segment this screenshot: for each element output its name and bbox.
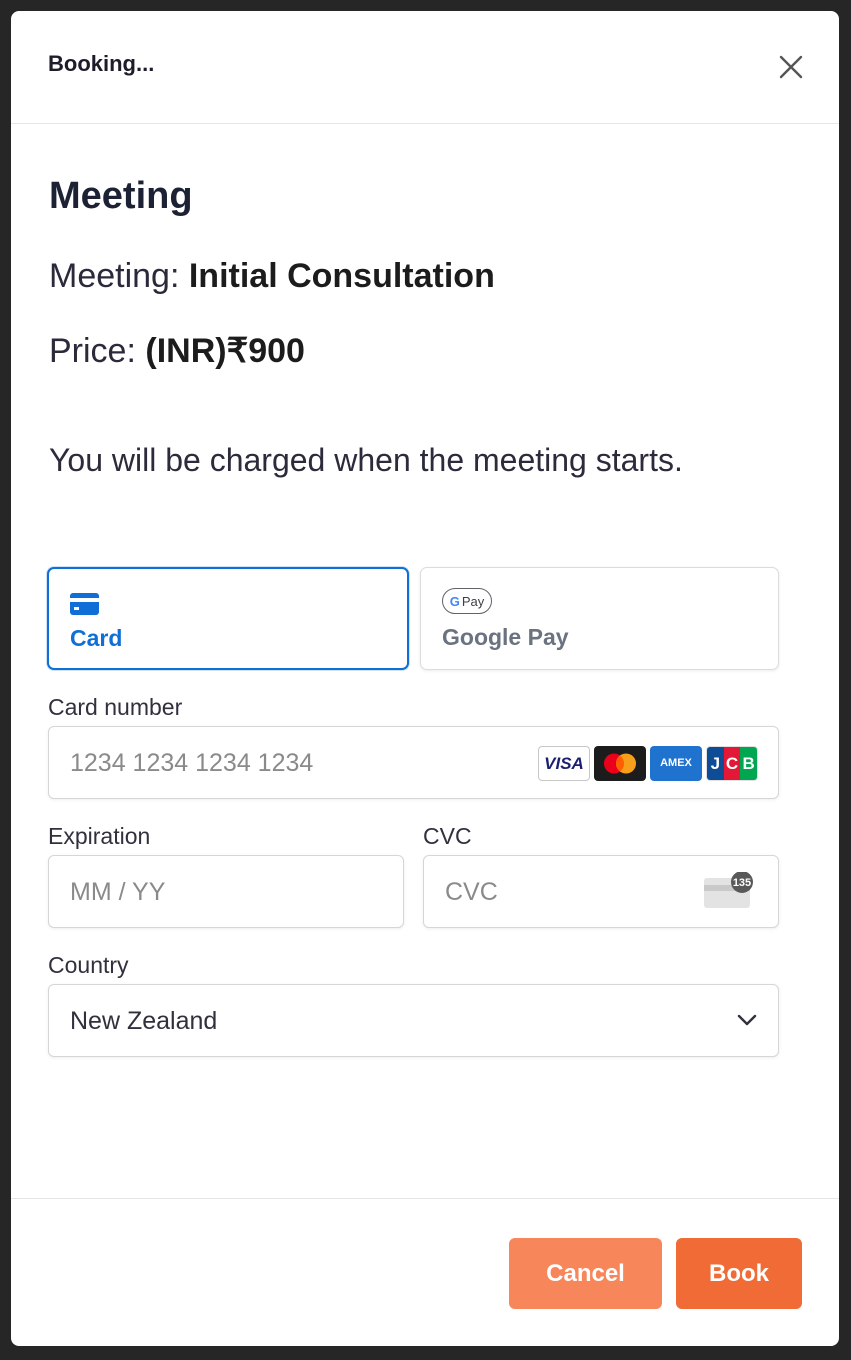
cvc-card-icon: 135 <box>704 871 756 915</box>
modal-header: Booking... <box>11 11 839 124</box>
booking-modal: Booking... Meeting Meeting: Initial Cons… <box>11 11 839 1346</box>
charge-note: You will be charged when the meeting sta… <box>49 442 683 478</box>
meeting-label: Meeting: <box>49 257 180 295</box>
card-number-input[interactable]: 1234 1234 1234 1234 VISA AMEX J C B <box>48 726 779 799</box>
cancel-button[interactable]: Cancel <box>509 1238 662 1309</box>
card-number-label: Card number <box>48 694 183 720</box>
cvc-icon-badge: 135 <box>733 877 751 889</box>
price-amount: ₹900 <box>226 332 305 370</box>
card-brands: VISA AMEX J C B <box>538 746 758 781</box>
expiration-input[interactable]: MM / YY <box>48 855 404 928</box>
price-currency: (INR) <box>145 332 227 370</box>
cvc-input[interactable]: CVC 135 <box>423 855 779 928</box>
chevron-down-icon <box>737 1014 757 1026</box>
amex-icon: AMEX <box>650 746 702 781</box>
country-select[interactable]: New Zealand <box>48 984 779 1057</box>
modal-body: Meeting Meeting: Initial Consultation Pr… <box>11 124 839 1199</box>
modal-footer: Cancel Book <box>11 1198 839 1346</box>
jcb-icon: J C B <box>706 746 758 781</box>
payment-tab-google-pay[interactable]: G Pay Google Pay <box>420 567 779 670</box>
payment-tab-card[interactable]: Card <box>47 567 409 670</box>
expiration-placeholder: MM / YY <box>70 878 166 906</box>
close-icon <box>779 55 803 79</box>
meeting-name: Initial Consultation <box>188 257 495 295</box>
close-button[interactable] <box>775 51 807 83</box>
payment-tab-google-pay-label: Google Pay <box>442 624 569 650</box>
google-pay-icon: G Pay <box>442 588 492 614</box>
country-label: Country <box>48 952 129 978</box>
google-pay-badge-text: Pay <box>461 593 485 609</box>
visa-icon: VISA <box>538 746 590 781</box>
section-title: Meeting <box>49 175 193 217</box>
book-button[interactable]: Book <box>676 1238 802 1309</box>
modal-title: Booking... <box>48 51 155 76</box>
meeting-row: Meeting: Initial Consultation <box>49 257 495 296</box>
cvc-label: CVC <box>423 823 472 849</box>
country-value: New Zealand <box>70 1007 218 1035</box>
credit-card-icon <box>70 593 99 615</box>
mastercard-icon <box>594 746 646 781</box>
cvc-placeholder: CVC <box>445 878 498 906</box>
expiration-label: Expiration <box>48 823 151 849</box>
payment-tab-card-label: Card <box>70 625 123 651</box>
price-row: Price: (INR)₹900 <box>49 331 305 371</box>
card-number-placeholder: 1234 1234 1234 1234 <box>70 749 314 777</box>
price-label: Price: <box>49 332 136 370</box>
